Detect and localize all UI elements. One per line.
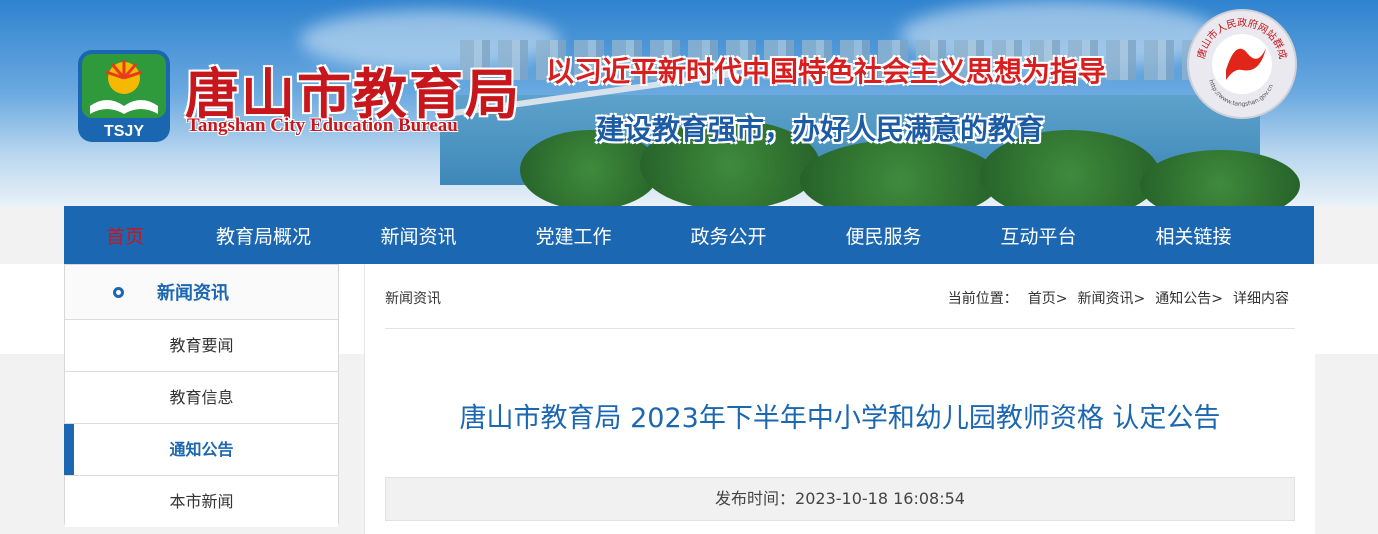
sidebar-header: 新闻资讯 bbox=[65, 265, 338, 320]
slogan-primary: 以习近平新时代中国特色社会主义思想为指导 bbox=[546, 55, 1107, 88]
nav-item-related-links[interactable]: 相关链接 bbox=[1116, 222, 1271, 249]
nav-item-home[interactable]: 首页 bbox=[64, 222, 186, 249]
bureau-logo-icon[interactable]: TSJY bbox=[76, 48, 172, 144]
section-label: 新闻资讯 bbox=[385, 291, 441, 307]
breadcrumb-link-notices[interactable]: 通知公告> bbox=[1155, 288, 1223, 308]
breadcrumb-current: 详细内容 bbox=[1233, 291, 1289, 307]
sidebar-item-notices[interactable]: 通知公告 bbox=[64, 424, 338, 476]
nav-item-interaction[interactable]: 互动平台 bbox=[961, 222, 1116, 249]
government-site-seal-icon[interactable]: 唐山市人民政府网站群成员 http://www.tangshan.gov.cn bbox=[1186, 8, 1298, 120]
main-nav: 首页 教育局概况 新闻资讯 党建工作 政务公开 便民服务 互动平台 相关链接 bbox=[64, 206, 1314, 264]
header-banner: TSJY 唐山市教育局 Tangshan City Education Bure… bbox=[0, 0, 1378, 206]
publish-info-bar: 发布时间：2023-10-18 16:08:54 bbox=[385, 477, 1295, 521]
sidebar-item-city-news[interactable]: 本市新闻 bbox=[65, 476, 338, 527]
site-subtitle-en: Tangshan City Education Bureau bbox=[187, 115, 458, 136]
sidebar-item-education-news[interactable]: 教育要闻 bbox=[65, 320, 338, 372]
nav-item-public-services[interactable]: 便民服务 bbox=[806, 222, 961, 249]
nav-item-bureau-overview[interactable]: 教育局概况 bbox=[186, 222, 341, 249]
nav-item-news[interactable]: 新闻资讯 bbox=[341, 222, 496, 249]
breadcrumb: 新闻资讯 当前位置： 首页> 新闻资讯> 通知公告> 详细内容 bbox=[385, 278, 1295, 329]
nav-item-party-building[interactable]: 党建工作 bbox=[496, 222, 651, 249]
slogan-secondary: 建设教育强市，办好人民满意的教育 bbox=[596, 113, 1045, 146]
sidebar: 新闻资讯 教育要闻 教育信息 通知公告 本市新闻 bbox=[64, 264, 339, 527]
sidebar-title: 新闻资讯 bbox=[157, 283, 229, 304]
breadcrumb-trail: 当前位置： 首页> 新闻资讯> 通知公告> 详细内容 bbox=[948, 288, 1289, 308]
article-title: 唐山市教育局 2023年下半年中小学和幼儿园教师资格 认定公告 bbox=[459, 403, 1221, 434]
breadcrumb-link-home[interactable]: 首页> bbox=[1028, 288, 1068, 308]
svg-text:TSJY: TSJY bbox=[104, 123, 144, 140]
publish-label: 发布时间： bbox=[715, 489, 796, 508]
sidebar-item-education-info[interactable]: 教育信息 bbox=[65, 372, 338, 424]
bullet-circle-icon bbox=[113, 286, 124, 298]
breadcrumb-link-news[interactable]: 新闻资讯> bbox=[1078, 288, 1146, 308]
nav-item-government-affairs[interactable]: 政务公开 bbox=[651, 222, 806, 249]
breadcrumb-prefix: 当前位置： bbox=[947, 291, 1018, 307]
publish-time: 2023-10-18 16:08:54 bbox=[795, 489, 965, 508]
main-content: 新闻资讯 当前位置： 首页> 新闻资讯> 通知公告> 详细内容 唐山市教育局 2… bbox=[364, 264, 1315, 534]
